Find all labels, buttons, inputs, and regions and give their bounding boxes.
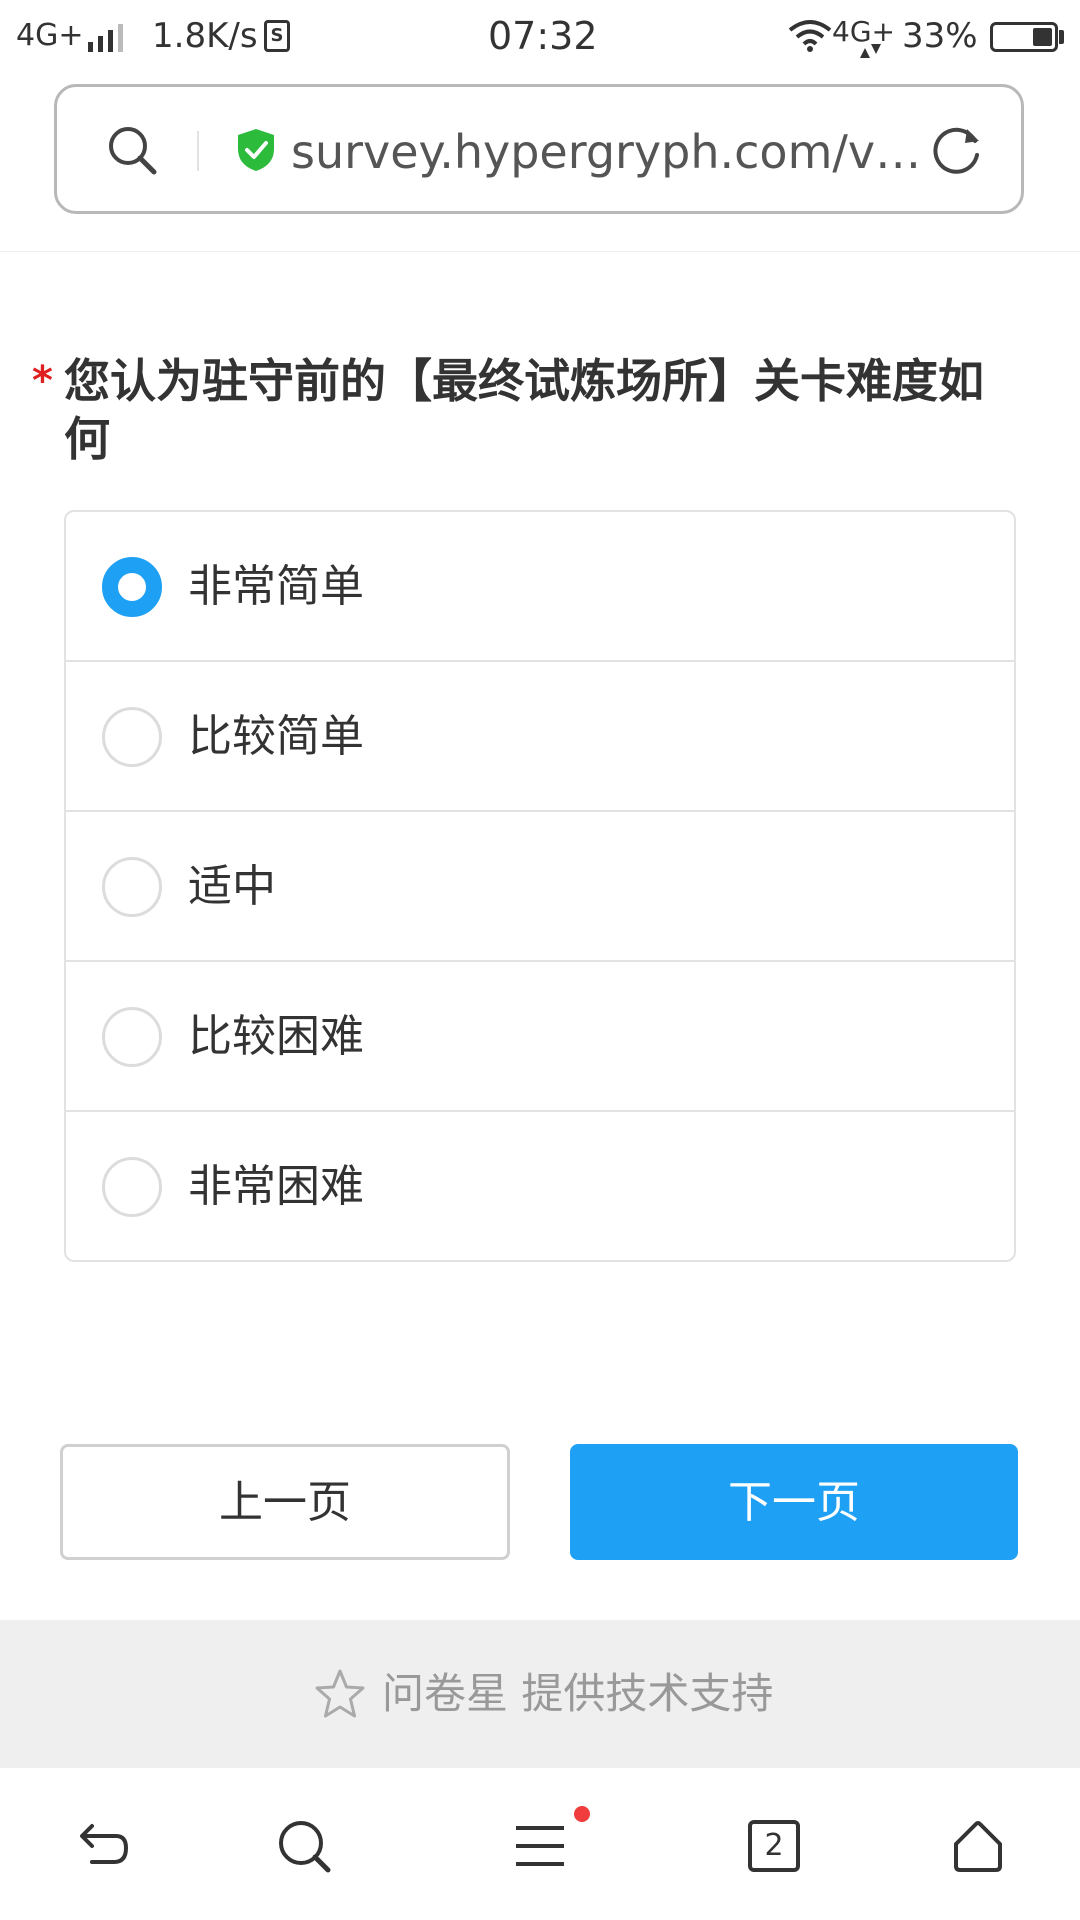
- tabs-button[interactable]: 2: [744, 1816, 804, 1876]
- option-hard[interactable]: 比较困难: [66, 962, 1014, 1112]
- network-type: 4G+: [16, 18, 84, 53]
- option-label: 非常简单: [188, 561, 364, 612]
- radio-button[interactable]: [102, 1007, 162, 1067]
- address-bar[interactable]: survey.hypergryph.com/v…: [54, 84, 1024, 214]
- wifi-icon: [788, 20, 832, 52]
- option-easy[interactable]: 比较简单: [66, 662, 1014, 812]
- battery-cap: [1059, 30, 1064, 44]
- required-mark: *: [32, 358, 53, 404]
- question-title: 您认为驻守前的【最终试炼场所】关卡难度如何: [64, 354, 984, 466]
- option-label: 非常困难: [188, 1161, 364, 1212]
- option-moderate[interactable]: 适中: [66, 812, 1014, 962]
- option-very-hard[interactable]: 非常困难: [66, 1112, 1014, 1260]
- data-arrows-icon: [860, 44, 881, 58]
- search-icon[interactable]: [274, 1816, 334, 1876]
- secure-shield-icon: [238, 129, 274, 171]
- tab-count: 2: [748, 1820, 800, 1872]
- prev-page-button[interactable]: 上一页: [60, 1444, 510, 1560]
- radio-button[interactable]: [102, 707, 162, 767]
- radio-button[interactable]: [102, 857, 162, 917]
- reload-icon[interactable]: [927, 121, 985, 179]
- menu-icon[interactable]: [510, 1816, 570, 1876]
- search-icon[interactable]: [105, 123, 159, 177]
- star-icon: [315, 1669, 365, 1718]
- browser-nav: 2: [0, 1770, 1080, 1920]
- next-page-button[interactable]: 下一页: [570, 1444, 1018, 1560]
- option-very-easy[interactable]: 非常简单: [66, 512, 1014, 662]
- battery-icon: [990, 22, 1058, 52]
- footer-credit[interactable]: 问卷星 提供技术支持: [382, 1664, 773, 1724]
- notification-dot: [574, 1806, 590, 1822]
- header-divider: [0, 251, 1080, 252]
- network-speed: 1.8K/s: [152, 16, 258, 56]
- option-label: 比较简单: [188, 711, 364, 762]
- radio-button[interactable]: [102, 1157, 162, 1217]
- status-bar: 4G+ 1.8K/s S 07:32 4G+ 33%: [0, 0, 1080, 76]
- sim-icon: S: [264, 20, 290, 52]
- home-icon[interactable]: [948, 1816, 1008, 1876]
- signal-icon: [88, 24, 123, 52]
- radio-button[interactable]: [102, 557, 162, 617]
- clock: 07:32: [488, 14, 598, 58]
- option-list: 非常简单 比较简单 适中 比较困难 非常困难: [64, 510, 1016, 1262]
- option-label: 比较困难: [188, 1011, 364, 1062]
- option-label: 适中: [188, 861, 276, 912]
- address-divider: [197, 131, 199, 171]
- url-text[interactable]: survey.hypergryph.com/v…: [291, 117, 931, 187]
- footer: 问卷星 提供技术支持: [0, 1620, 1080, 1768]
- battery-percent: 33%: [902, 16, 978, 56]
- back-icon[interactable]: [72, 1816, 132, 1876]
